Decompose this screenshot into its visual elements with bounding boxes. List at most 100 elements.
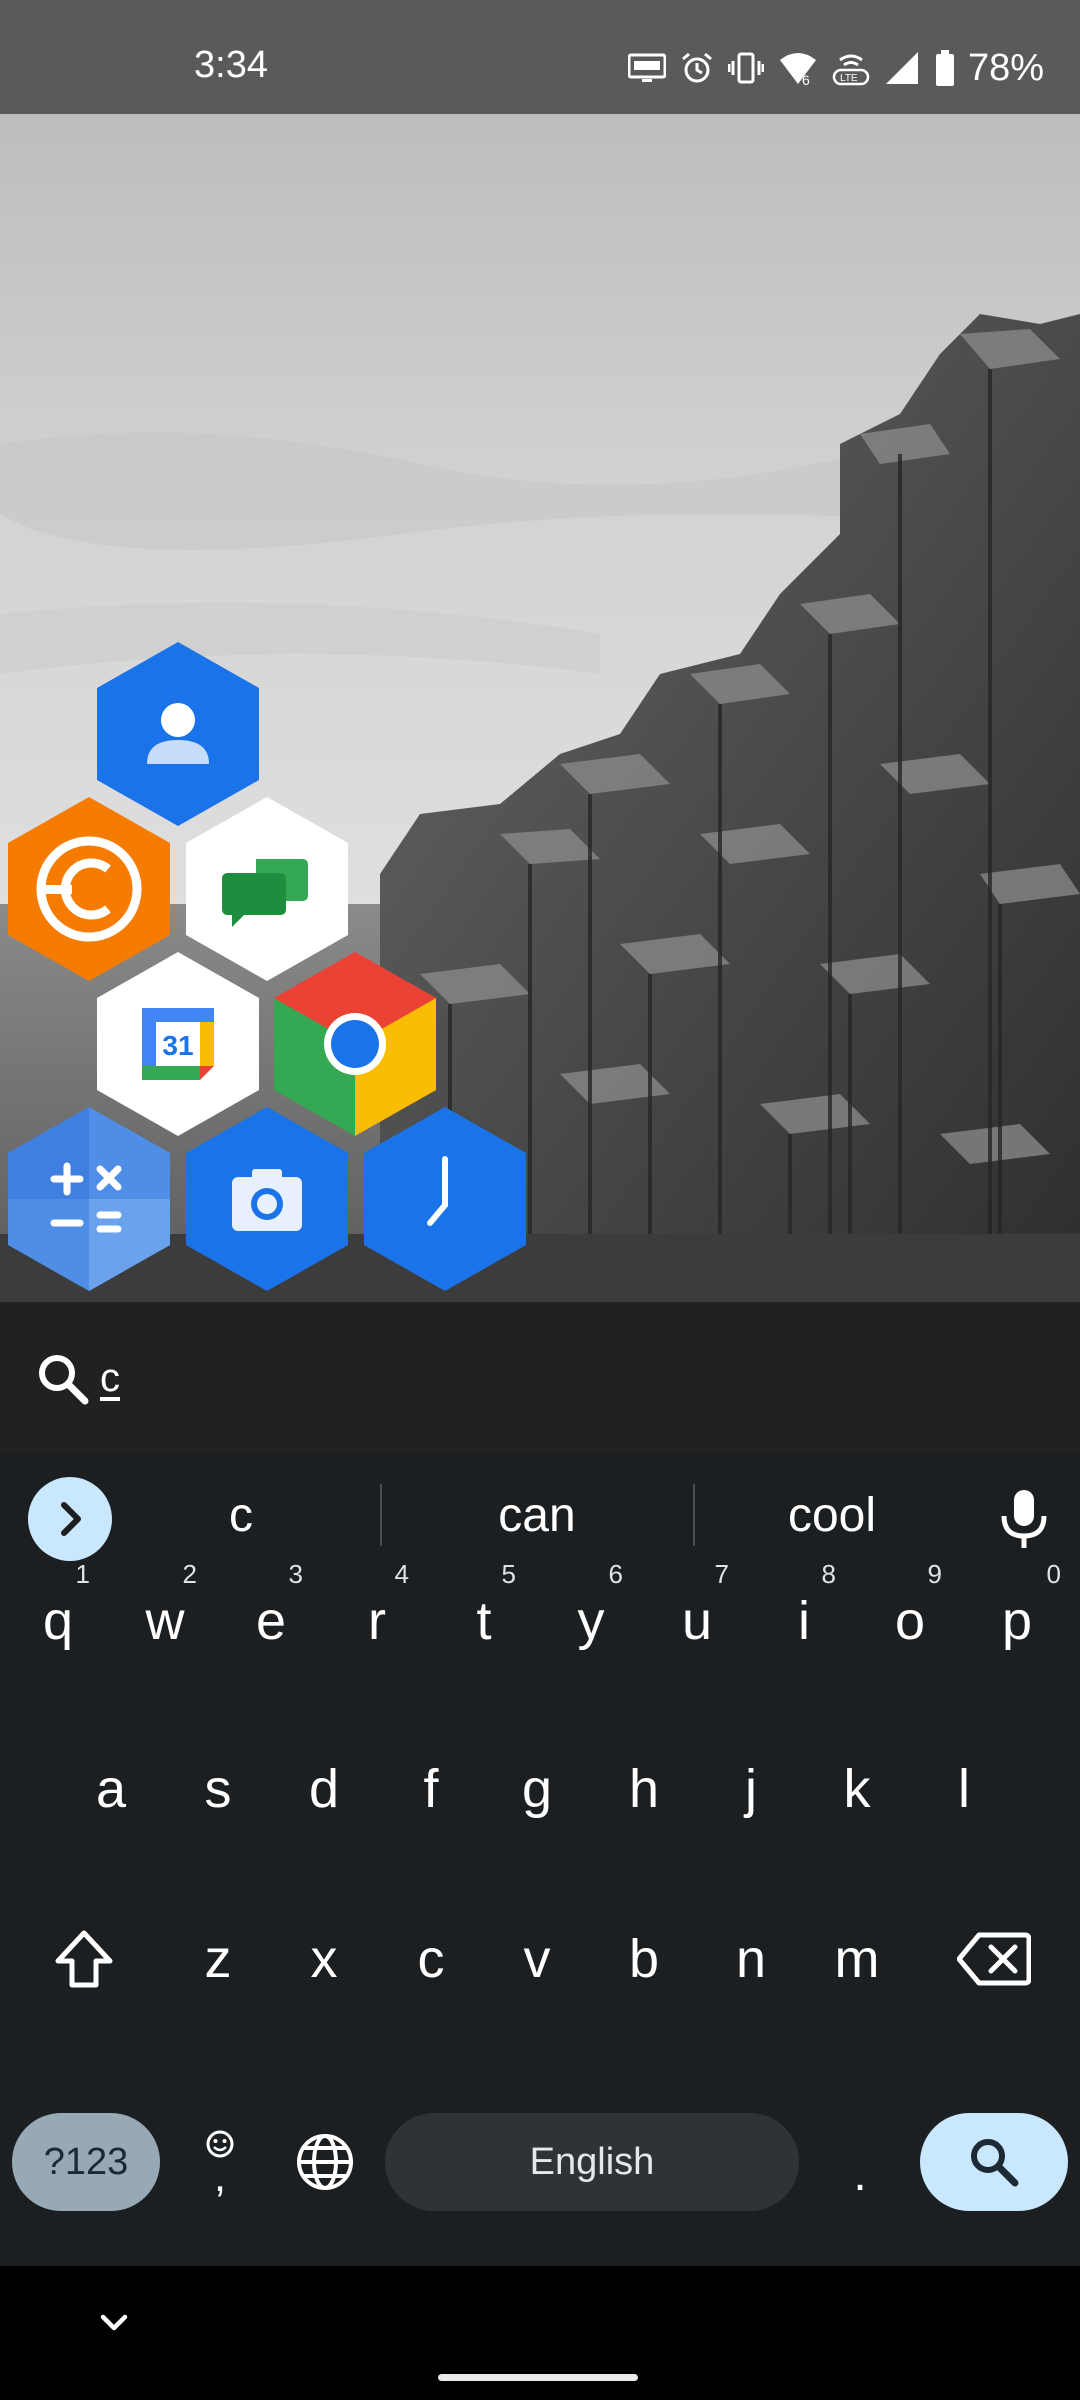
- search-key[interactable]: [920, 2113, 1068, 2211]
- keyboard: c can cool 1q 2w 3e 4r 5t 6y 7u 8i 9o 0p…: [0, 1452, 1080, 2266]
- svg-text:LTE: LTE: [840, 73, 858, 84]
- key-h[interactable]: h: [594, 1729, 694, 1849]
- key-y[interactable]: 6y: [541, 1561, 641, 1681]
- key-char: k: [843, 1759, 871, 1819]
- language-key[interactable]: [280, 2106, 370, 2218]
- key-char: w: [145, 1591, 185, 1651]
- suggestion-3[interactable]: cool: [692, 1492, 972, 1540]
- key-char: p: [1001, 1591, 1033, 1651]
- alarm-icon: [681, 52, 712, 83]
- key-s[interactable]: s: [168, 1729, 268, 1849]
- key-char: x: [310, 1929, 338, 1989]
- key-char: y: [577, 1591, 605, 1651]
- space-key[interactable]: English: [385, 2113, 799, 2211]
- key-r[interactable]: 4r: [327, 1561, 427, 1681]
- key-c[interactable]: c: [381, 1899, 481, 2019]
- gesture-handle[interactable]: [438, 2374, 638, 2381]
- app-calculator[interactable]: [8, 1107, 170, 1291]
- key-v[interactable]: v: [487, 1899, 587, 2019]
- key-char: j: [745, 1759, 757, 1819]
- backspace-icon: [957, 1932, 1031, 1986]
- search-icon: [971, 2139, 1019, 2187]
- battery-percent: 78%: [967, 47, 1044, 89]
- period-label: .: [853, 2147, 867, 2201]
- symbols-key[interactable]: ?123: [12, 2113, 160, 2211]
- key-i[interactable]: 8i: [754, 1561, 854, 1681]
- key-hint: 5: [501, 1559, 516, 1589]
- key-char: n: [735, 1929, 767, 1989]
- key-m[interactable]: m: [807, 1899, 907, 2019]
- wifi-icon: 6: [779, 53, 816, 86]
- key-hint: 1: [75, 1559, 90, 1589]
- key-hint: 0: [1046, 1559, 1061, 1589]
- key-char: c: [417, 1929, 445, 1989]
- key-p[interactable]: 0p: [967, 1561, 1067, 1681]
- key-q[interactable]: 1q: [8, 1561, 108, 1681]
- suggestion-expand-button[interactable]: [28, 1477, 112, 1561]
- svg-text:6: 6: [802, 72, 810, 86]
- backspace-key[interactable]: [934, 1899, 1054, 2019]
- volte-icon: LTE: [832, 54, 870, 86]
- key-f[interactable]: f: [381, 1729, 481, 1849]
- key-e[interactable]: 3e: [221, 1561, 321, 1681]
- key-n[interactable]: n: [701, 1899, 801, 2019]
- battery-icon: [935, 50, 954, 86]
- key-char: z: [204, 1929, 232, 1989]
- key-hint: 3: [288, 1559, 303, 1589]
- suggestion-divider: [380, 1484, 382, 1546]
- key-char: e: [255, 1591, 287, 1651]
- key-char: m: [834, 1929, 880, 1989]
- key-o[interactable]: 9o: [860, 1561, 960, 1681]
- key-char: f: [423, 1759, 439, 1819]
- key-b[interactable]: b: [594, 1899, 694, 2019]
- key-hint: 2: [182, 1559, 197, 1589]
- key-hint: 8: [821, 1559, 836, 1589]
- search-input[interactable]: c: [100, 1356, 120, 1401]
- key-t[interactable]: 5t: [434, 1561, 534, 1681]
- search-bar[interactable]: c: [0, 1302, 1080, 1452]
- key-u[interactable]: 7u: [647, 1561, 747, 1681]
- chevron-down-icon[interactable]: [94, 2302, 134, 2342]
- search-icon: [39, 1355, 89, 1405]
- shift-icon: [55, 1930, 113, 1988]
- period-key[interactable]: .: [815, 2106, 905, 2218]
- status-icons: 6 LTE 78%: [627, 47, 1044, 89]
- key-hint: 6: [608, 1559, 623, 1589]
- key-char: u: [681, 1591, 713, 1651]
- vibrate-icon: [727, 52, 764, 84]
- key-l[interactable]: l: [914, 1729, 1014, 1849]
- key-hint: 9: [927, 1559, 942, 1589]
- mic-icon[interactable]: [996, 1486, 1052, 1552]
- key-char: t: [476, 1591, 492, 1651]
- key-char: r: [368, 1591, 386, 1651]
- key-d[interactable]: d: [274, 1729, 374, 1849]
- key-g[interactable]: g: [487, 1729, 587, 1849]
- suggestion-1[interactable]: c: [101, 1492, 381, 1540]
- key-z[interactable]: z: [168, 1899, 268, 2019]
- globe-icon: [297, 2134, 353, 2190]
- key-a[interactable]: a: [61, 1729, 161, 1849]
- camera-icon: [232, 1169, 302, 1231]
- emoji-comma-key[interactable]: ,: [180, 2106, 260, 2218]
- key-x[interactable]: x: [274, 1899, 374, 2019]
- key-k[interactable]: k: [807, 1729, 907, 1849]
- key-char: h: [628, 1759, 660, 1819]
- key-w[interactable]: 2w: [115, 1561, 215, 1681]
- key-char: q: [42, 1591, 74, 1651]
- app-camera[interactable]: [186, 1107, 348, 1291]
- app-clock[interactable]: [364, 1107, 526, 1291]
- key-char: b: [628, 1929, 660, 1989]
- key-char: s: [204, 1759, 232, 1819]
- status-time: 3:34: [194, 44, 268, 86]
- comma-label: ,: [213, 2152, 227, 2201]
- key-char: g: [521, 1759, 553, 1819]
- key-char: l: [958, 1759, 970, 1819]
- key-j[interactable]: j: [701, 1729, 801, 1849]
- suggestion-2[interactable]: can: [397, 1492, 677, 1540]
- status-bar: 3:34 6 LTE 78%: [0, 0, 1080, 114]
- navigation-bar: [0, 2266, 1080, 2400]
- key-hint: 7: [714, 1559, 729, 1589]
- svg-text:31: 31: [162, 1030, 193, 1061]
- shift-key[interactable]: [24, 1899, 144, 2019]
- key-char: v: [523, 1929, 551, 1989]
